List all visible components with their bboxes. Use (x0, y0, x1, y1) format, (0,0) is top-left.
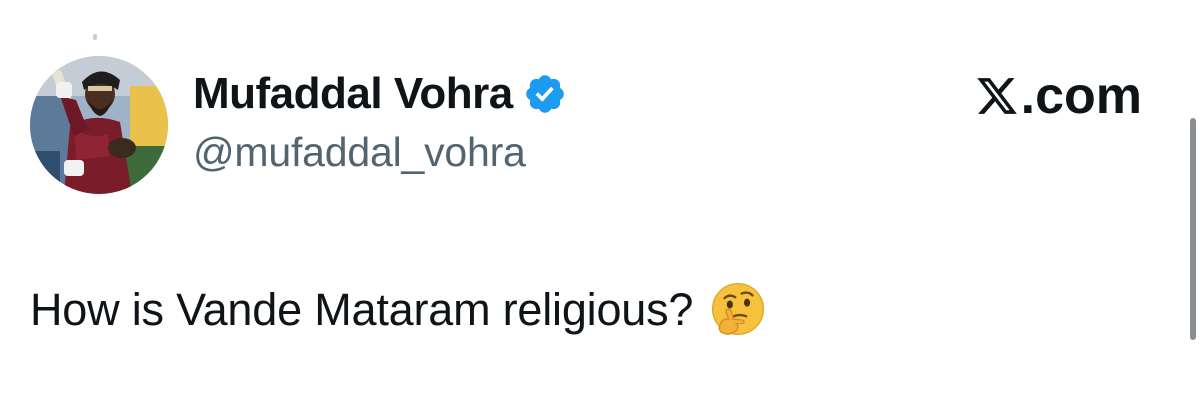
tweet-card: Mufaddal Vohra @mufaddal_vohra .com How … (0, 0, 1200, 416)
tweet-text: How is Vande Mataram religious? (30, 283, 694, 335)
brand-domain: .com (1020, 67, 1142, 125)
scrollbar-thumb[interactable] (1190, 118, 1196, 340)
name-row: Mufaddal Vohra (193, 62, 567, 126)
display-name[interactable]: Mufaddal Vohra (193, 72, 513, 116)
x-logo-icon (975, 74, 1019, 118)
verified-badge-icon (523, 72, 567, 116)
author-identity: Mufaddal Vohra @mufaddal_vohra (193, 62, 567, 173)
avatar[interactable] (30, 56, 168, 194)
top-divider-dot (93, 34, 97, 40)
avatar-image (30, 56, 168, 194)
thinking-face-icon (709, 280, 767, 338)
tweet-body: How is Vande Mataram religious? (30, 280, 767, 338)
brand-logo: .com (975, 70, 1142, 122)
author-handle[interactable]: @mufaddal_vohra (193, 132, 567, 173)
